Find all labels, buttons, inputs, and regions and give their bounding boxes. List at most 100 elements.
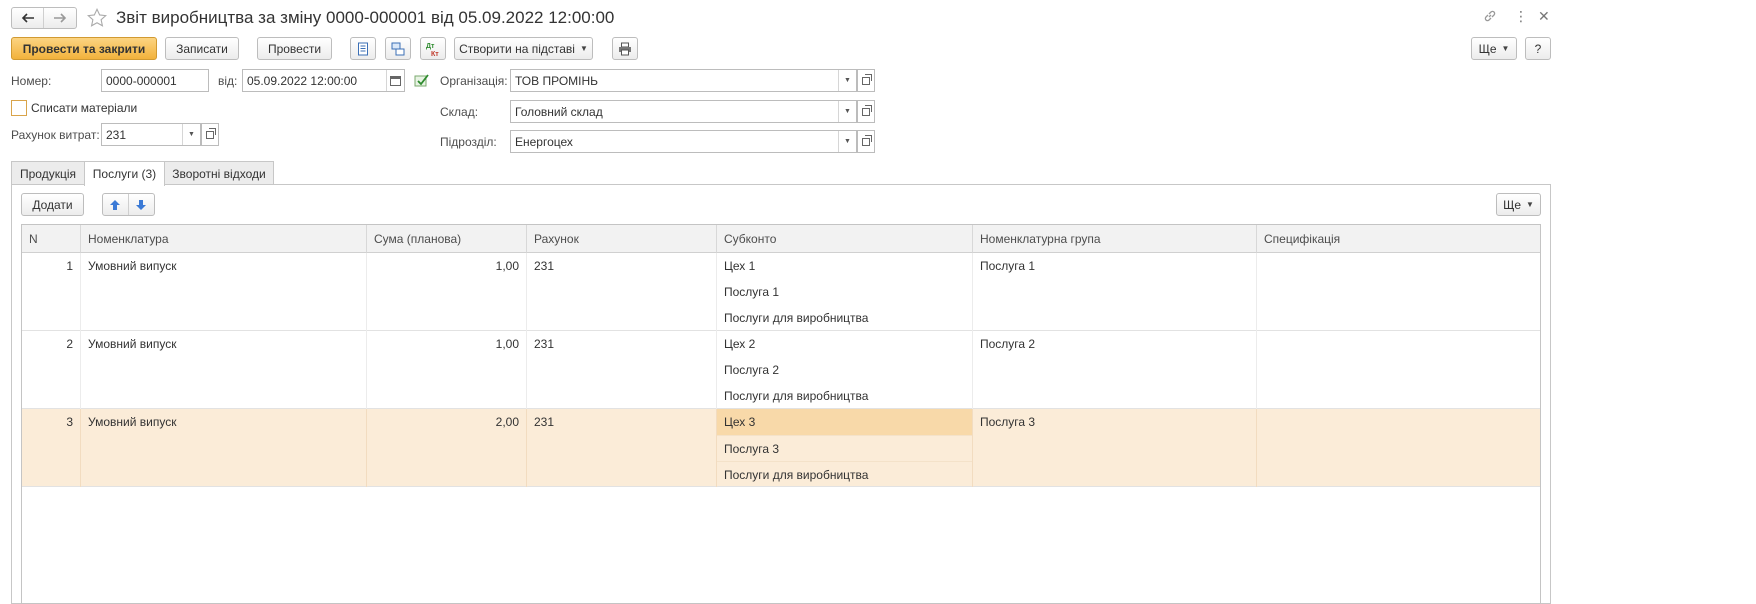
cell-account[interactable]: 231 xyxy=(527,331,717,409)
link-icon[interactable] xyxy=(1483,9,1497,26)
subconto-2[interactable]: Послуга 1 xyxy=(717,279,972,305)
subconto-3[interactable]: Послуги для виробництва xyxy=(717,305,972,331)
subconto-3[interactable]: Послуги для виробництва xyxy=(717,461,972,487)
number-value: 0000-000001 xyxy=(106,73,177,88)
open-warehouse-icon[interactable] xyxy=(857,100,875,123)
cell-n[interactable]: 1 xyxy=(22,253,81,331)
cell-sum-value: 1,00 xyxy=(495,337,519,351)
column-header-n[interactable]: N xyxy=(22,225,81,253)
cell-subconto[interactable]: Цех 3 Послуга 3 Послуги для виробництва xyxy=(717,409,973,487)
cell-item-value: Умовний випуск xyxy=(88,337,177,351)
column-header-planned-sum[interactable]: Сума (планова) xyxy=(367,225,527,253)
cell-sum-value: 2,00 xyxy=(495,415,519,429)
cell-n-value: 1 xyxy=(66,259,73,273)
nav-group xyxy=(11,7,77,29)
subconto-1[interactable]: Цех 2 xyxy=(717,331,972,357)
cell-planned-sum[interactable]: 2,00 xyxy=(367,409,527,487)
cell-item[interactable]: Умовний випуск xyxy=(81,409,367,487)
cell-item-group[interactable]: Послуга 2 xyxy=(973,331,1257,409)
close-icon[interactable]: ✕ xyxy=(1538,8,1550,25)
cell-sum-value: 1,00 xyxy=(495,259,519,273)
subconto-3[interactable]: Послуги для виробництва xyxy=(717,383,972,409)
more-button[interactable]: Ще ▼ xyxy=(1471,37,1517,60)
cell-specification[interactable] xyxy=(1257,409,1540,487)
date-field[interactable]: 05.09.2022 12:00:00 xyxy=(242,69,405,92)
column-header-specification[interactable]: Специфікація xyxy=(1257,225,1540,253)
warehouse-label: Склад: xyxy=(440,105,479,119)
open-department-icon[interactable] xyxy=(857,130,875,153)
chevron-down-icon: ▼ xyxy=(1501,44,1510,53)
back-arrow-icon[interactable] xyxy=(12,8,45,28)
number-field[interactable]: 0000-000001 xyxy=(101,69,209,92)
table-more-button[interactable]: Ще ▼ xyxy=(1496,193,1541,216)
debit-credit-icon[interactable]: Дт Кт xyxy=(420,37,446,60)
organization-field[interactable]: ТОВ ПРОМІНЬ ▼ xyxy=(510,69,857,92)
chevron-down-icon[interactable]: ▼ xyxy=(838,70,856,91)
column-header-item[interactable]: Номенклатура xyxy=(81,225,367,253)
document-list-icon[interactable] xyxy=(350,37,376,60)
cell-n-value: 2 xyxy=(66,337,73,351)
department-field[interactable]: Енергоцех ▼ xyxy=(510,130,857,153)
cell-specification[interactable] xyxy=(1257,331,1540,409)
cell-n[interactable]: 3 xyxy=(22,409,81,487)
more-menu-icon[interactable]: ⋮ xyxy=(1514,8,1528,25)
tab-services[interactable]: Послуги (3) xyxy=(84,161,165,186)
column-header-item-group[interactable]: Номенклатурна група xyxy=(973,225,1257,253)
cell-planned-sum[interactable]: 1,00 xyxy=(367,253,527,331)
cell-n[interactable]: 2 xyxy=(22,331,81,409)
forward-arrow-icon[interactable] xyxy=(44,8,76,28)
cell-item-group[interactable]: Послуга 3 xyxy=(973,409,1257,487)
table-row[interactable]: 2 Умовний випуск 1,00 231 Цех 2 Послуга … xyxy=(22,331,1540,409)
save-button[interactable]: Записати xyxy=(165,37,239,60)
column-header-account[interactable]: Рахунок xyxy=(527,225,717,253)
create-based-on-label: Створити на підставі xyxy=(459,41,575,56)
print-icon[interactable] xyxy=(612,37,638,60)
cell-item-group[interactable]: Послуга 1 xyxy=(973,253,1257,331)
cell-item[interactable]: Умовний випуск xyxy=(81,331,367,409)
post-button[interactable]: Провести xyxy=(257,37,332,60)
subconto-1[interactable]: Цех 1 xyxy=(717,253,972,279)
subconto-2[interactable]: Послуга 2 xyxy=(717,357,972,383)
more-button-label: Ще xyxy=(1478,41,1497,56)
cell-group-value: Послуга 3 xyxy=(980,415,1036,429)
add-button[interactable]: Додати xyxy=(21,193,84,216)
table-more-label: Ще xyxy=(1503,197,1521,212)
cell-account[interactable]: 231 xyxy=(527,409,717,487)
table-row[interactable]: 1 Умовний випуск 1,00 231 Цех 1 Послуга … xyxy=(22,253,1540,331)
writeoff-checkbox[interactable] xyxy=(11,100,27,116)
chevron-down-icon[interactable]: ▼ xyxy=(838,101,856,122)
calendar-icon[interactable] xyxy=(386,70,404,91)
cell-item[interactable]: Умовний випуск xyxy=(81,253,367,331)
cost-account-field[interactable]: 231 ▼ xyxy=(101,123,201,146)
open-organization-icon[interactable] xyxy=(857,69,875,92)
organization-label: Організація: xyxy=(440,74,508,88)
chevron-down-icon[interactable]: ▼ xyxy=(838,131,856,152)
structure-icon[interactable] xyxy=(385,37,411,60)
create-based-on-button[interactable]: Створити на підставі ▼ xyxy=(454,37,593,60)
cell-account[interactable]: 231 xyxy=(527,253,717,331)
favorite-star-icon[interactable] xyxy=(86,7,108,32)
tab-products[interactable]: Продукція xyxy=(11,161,85,185)
warehouse-field[interactable]: Головний склад ▼ xyxy=(510,100,857,123)
date-label: від: xyxy=(218,74,238,88)
tab-returnable-waste[interactable]: Зворотні відходи xyxy=(164,161,274,185)
svg-text:Кт: Кт xyxy=(431,51,439,57)
cell-item-value: Умовний випуск xyxy=(88,415,177,429)
move-down-icon[interactable] xyxy=(129,194,154,215)
post-and-close-button[interactable]: Провести та закрити xyxy=(11,37,157,60)
chevron-down-icon[interactable]: ▼ xyxy=(182,124,200,145)
cell-specification[interactable] xyxy=(1257,253,1540,331)
writeoff-label: Списати матеріали xyxy=(31,101,138,115)
cell-subconto[interactable]: Цех 1 Послуга 1 Послуги для виробництва xyxy=(717,253,973,331)
cell-planned-sum[interactable]: 1,00 xyxy=(367,331,527,409)
open-cost-account-icon[interactable] xyxy=(201,123,219,146)
move-up-icon[interactable] xyxy=(103,194,129,215)
cell-account-value: 231 xyxy=(534,415,555,429)
cell-subconto[interactable]: Цех 2 Послуга 2 Послуги для виробництва xyxy=(717,331,973,409)
table-row-selected[interactable]: 3 Умовний випуск 2,00 231 Цех 3 Послуга … xyxy=(22,409,1540,487)
column-header-subconto[interactable]: Субконто xyxy=(717,225,973,253)
help-button[interactable]: ? xyxy=(1525,37,1551,60)
subconto-1-active[interactable]: Цех 3 xyxy=(717,409,972,435)
posted-checkmark-icon xyxy=(414,73,430,90)
subconto-2[interactable]: Послуга 3 xyxy=(717,435,972,461)
